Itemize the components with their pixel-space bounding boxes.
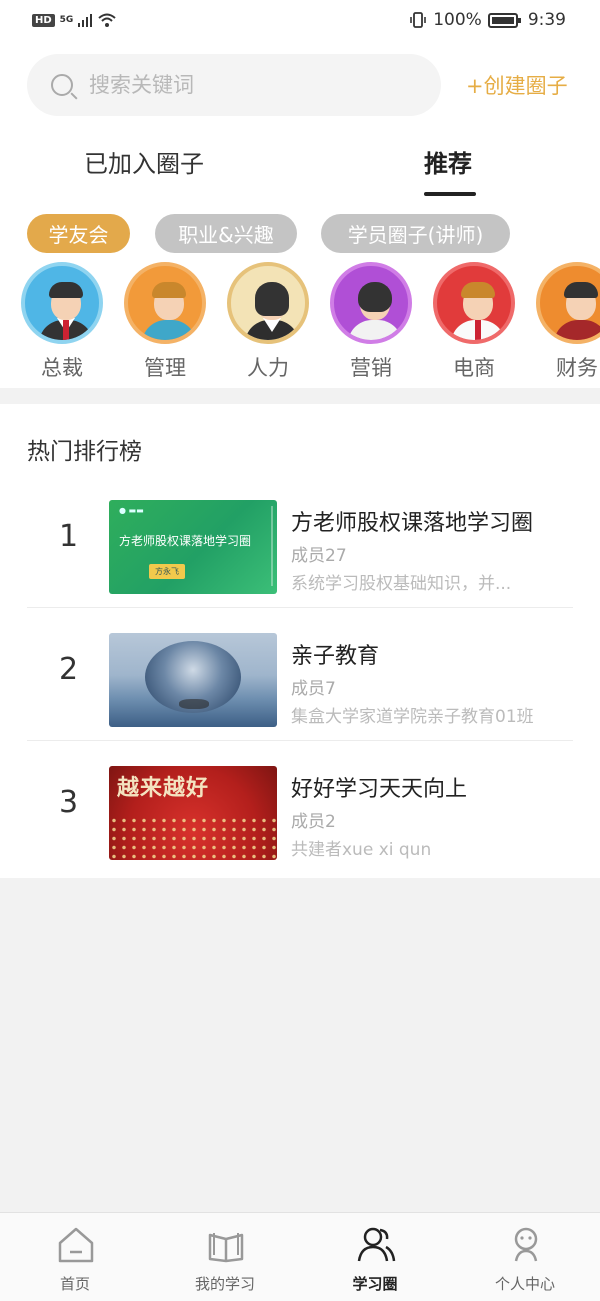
- category-hr[interactable]: 人力: [226, 262, 310, 382]
- circle-description: 共建者xue xi qun: [291, 840, 432, 860]
- nav-label: 我的学习: [194, 1275, 255, 1293]
- section-separator: [0, 388, 600, 404]
- status-left: HD 5G: [32, 12, 117, 28]
- nav-label: 首页: [59, 1275, 90, 1293]
- nav-my-study[interactable]: 我的学习: [150, 1213, 300, 1301]
- nav-profile[interactable]: 个人中心: [450, 1213, 600, 1301]
- signal-icon: [78, 13, 93, 27]
- hr-avatar-icon: [227, 262, 309, 344]
- battery-percent: 100%: [433, 10, 482, 30]
- tab-joined-circles[interactable]: 已加入圈子: [84, 144, 204, 179]
- vibrate-icon: [410, 12, 427, 28]
- category-ceo[interactable]: 总裁: [20, 262, 104, 382]
- chip-alumni[interactable]: 学友会: [27, 214, 130, 253]
- thumbnail-tag: 方永飞: [149, 564, 185, 579]
- home-icon: [58, 1227, 94, 1263]
- category-label: 人力: [247, 356, 289, 380]
- create-circle-button[interactable]: +创建圈子: [466, 70, 568, 100]
- circle-name: 方老师股权课落地学习圈: [291, 511, 534, 536]
- rank-number: 1: [59, 519, 79, 554]
- circle-thumbnail: ● ▬▬ 方老师股权课落地学习圈 方永飞: [109, 500, 277, 594]
- search-icon: [51, 74, 73, 96]
- circle-description: 系统学习股权基础知识，并...: [291, 574, 512, 594]
- category-label: 财务: [556, 356, 598, 380]
- category-label: 电商: [453, 356, 495, 380]
- finance-avatar-icon: [536, 262, 600, 344]
- ranking-row[interactable]: 3 越来越好 好好学习天天向上 成员2 共建者xue xi qun: [27, 741, 573, 874]
- ranking-row[interactable]: 2 亲子教育 成员7 集盒大学家道学院亲子教育01班: [27, 608, 573, 741]
- ceo-avatar-icon: [21, 262, 103, 344]
- status-bar: HD 5G 100% 9:39: [0, 0, 600, 44]
- active-tab-indicator: [424, 192, 476, 196]
- clock: 9:39: [527, 10, 566, 30]
- category-management[interactable]: 管理: [123, 262, 207, 382]
- ranking-row[interactable]: 1 ● ▬▬ 方老师股权课落地学习圈 方永飞 方老师股权课落地学习圈 成员27 …: [27, 475, 573, 608]
- profile-icon: [514, 1227, 538, 1262]
- logo-icon: ● ▬▬: [119, 506, 144, 515]
- circle-thumbnail: [109, 633, 277, 727]
- manager-avatar-icon: [124, 262, 206, 344]
- community-icon: [357, 1227, 396, 1262]
- category-row: 总裁 管理 人力 营销 电商 财务: [0, 262, 600, 382]
- nav-home[interactable]: 首页: [0, 1213, 150, 1301]
- chip-student-circle[interactable]: 学员圈子(讲师): [321, 214, 510, 253]
- circle-description: 集盒大学家道学院亲子教育01班: [291, 707, 534, 727]
- category-label: 管理: [144, 356, 186, 380]
- bottom-nav: 首页 我的学习 学习圈 个人中心: [0, 1212, 600, 1301]
- circle-name: 好好学习天天向上: [291, 777, 468, 802]
- nav-study-circle[interactable]: 学习圈: [300, 1213, 450, 1301]
- category-label: 营销: [350, 356, 392, 380]
- circle-name: 亲子教育: [291, 644, 380, 669]
- ranking-section: 热门排行榜 1 ● ▬▬ 方老师股权课落地学习圈 方永飞 方老师股权课落地学习圈…: [0, 404, 600, 878]
- battery-icon: [487, 12, 521, 28]
- category-label: 总裁: [41, 356, 83, 380]
- book-icon: [208, 1233, 244, 1263]
- category-ecommerce[interactable]: 电商: [432, 262, 516, 382]
- ecommerce-avatar-icon: [433, 262, 515, 344]
- nav-label: 学习圈: [352, 1275, 398, 1293]
- rank-number: 2: [59, 652, 79, 687]
- thumbnail-title: 越来越好: [117, 775, 210, 801]
- chip-career-interest[interactable]: 职业&兴趣: [155, 214, 297, 253]
- search-input[interactable]: [89, 73, 389, 97]
- marketing-avatar-icon: [330, 262, 412, 344]
- member-count: 成员27: [291, 546, 347, 566]
- rank-number: 3: [59, 785, 79, 820]
- member-count: 成员7: [291, 679, 336, 699]
- search-bar[interactable]: [27, 54, 441, 116]
- circle-thumbnail: 越来越好: [109, 766, 277, 860]
- member-count: 成员2: [291, 812, 336, 832]
- hd-badge: HD: [32, 13, 55, 27]
- thumbnail-title: 方老师股权课落地学习圈: [119, 534, 252, 548]
- category-marketing[interactable]: 营销: [329, 262, 413, 382]
- status-right: 100% 9:39: [409, 10, 566, 30]
- category-finance[interactable]: 财务: [535, 262, 600, 382]
- section-title: 热门排行榜: [27, 439, 142, 465]
- nav-label: 个人中心: [494, 1275, 555, 1293]
- network-type: 5G: [59, 15, 74, 25]
- wifi-icon: [98, 13, 116, 27]
- tab-recommended[interactable]: 推荐: [424, 144, 472, 179]
